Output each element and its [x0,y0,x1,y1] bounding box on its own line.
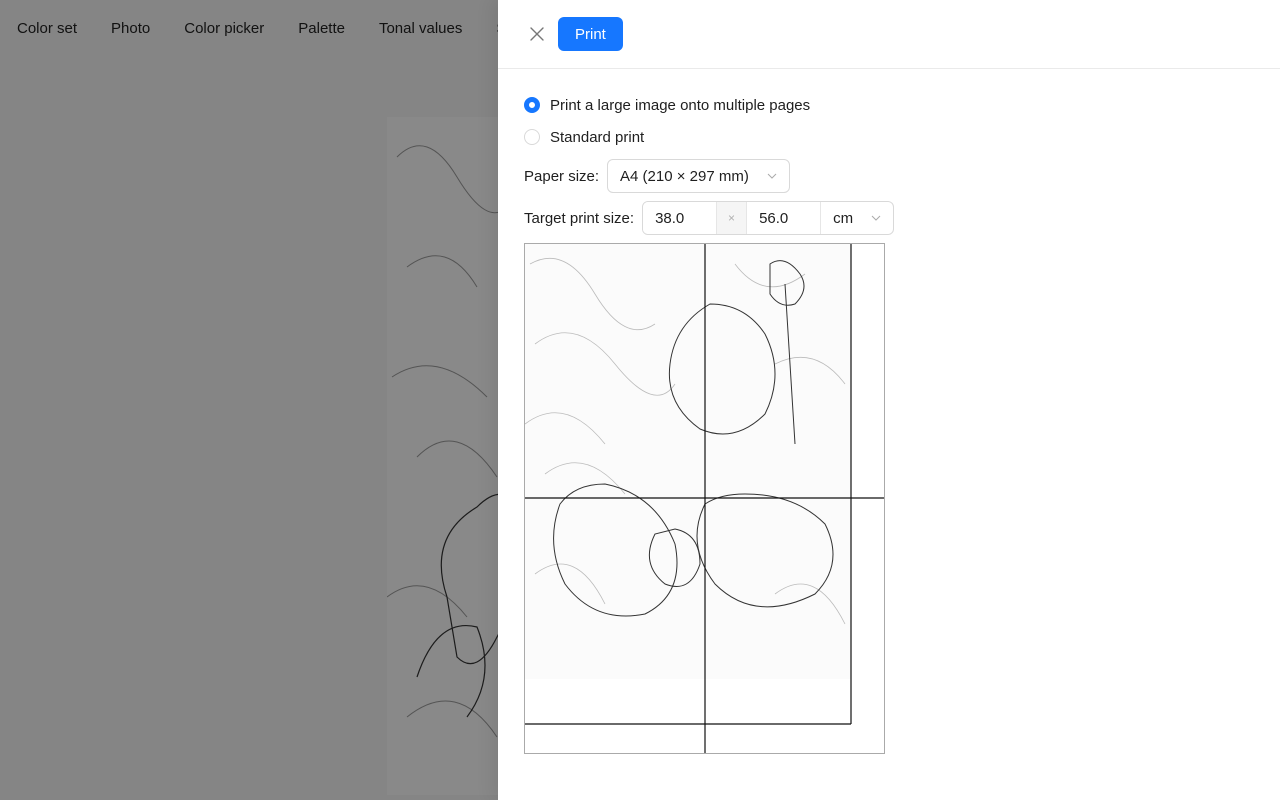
drawer-header: Print [498,0,1280,69]
radio-label: Standard print [550,128,645,146]
times-separator: × [716,202,748,234]
height-input[interactable] [747,202,821,234]
radio-button-unchecked[interactable] [524,129,540,145]
print-drawer: Print Print a large image onto multiple … [498,0,1280,800]
target-size-row: Target print size: × cm [524,201,1280,235]
width-input[interactable] [643,202,717,234]
unit-select[interactable]: cm [820,202,893,234]
radio-standard-print[interactable]: Standard print [524,127,1280,147]
paper-size-value: A4 (210 × 297 mm) [620,167,749,185]
radio-button-checked[interactable] [524,97,540,113]
close-icon [530,27,544,41]
chevron-down-icon [767,173,777,179]
paper-size-label: Paper size: [524,167,600,185]
close-button[interactable] [528,25,546,43]
target-size-group: × cm [642,201,895,235]
radio-label: Print a large image onto multiple pages [550,96,811,114]
preview-sketch-image [525,244,851,679]
print-button[interactable]: Print [558,17,623,51]
target-size-label: Target print size: [524,209,635,227]
unit-value: cm [833,209,854,227]
drawer-body: Print a large image onto multiple pages … [498,69,1280,754]
radio-multi-page[interactable]: Print a large image onto multiple pages [524,95,1280,115]
paper-size-row: Paper size: A4 (210 × 297 mm) [524,159,1280,193]
paper-size-select[interactable]: A4 (210 × 297 mm) [607,159,790,193]
print-preview [524,243,885,754]
chevron-down-icon [871,215,881,221]
preview-canvas [525,244,884,753]
